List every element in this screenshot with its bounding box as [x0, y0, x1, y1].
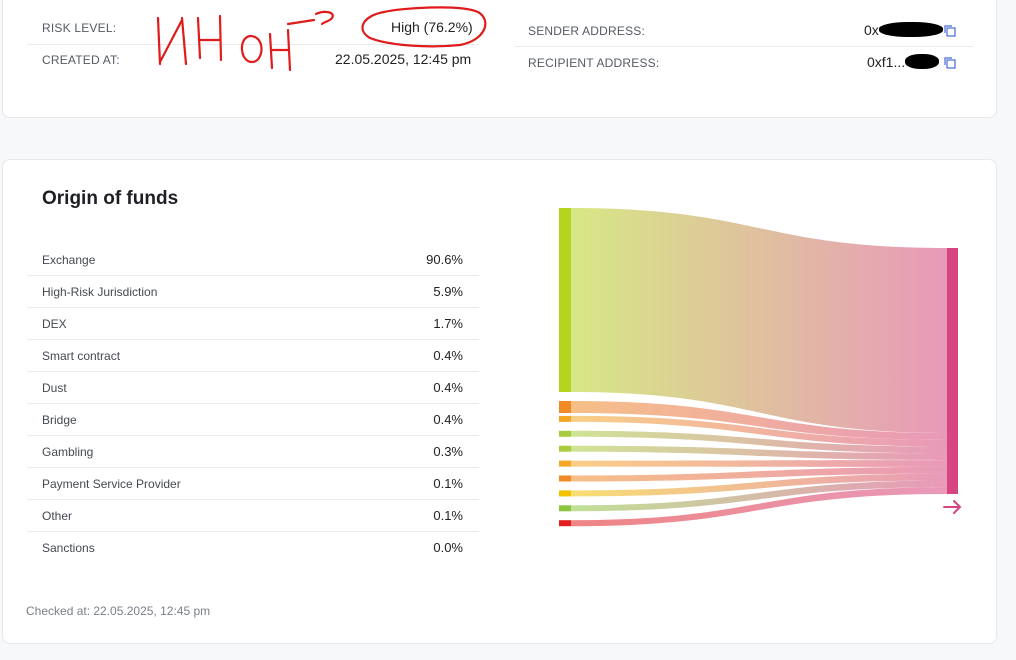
sankey-target-node	[947, 248, 958, 494]
recipient-address-redaction	[905, 54, 939, 69]
funds-percent: 90.6%	[426, 252, 463, 267]
funds-category: Dust	[42, 381, 67, 395]
funds-row: Bridge 0.4%	[27, 404, 479, 436]
funds-category: Smart contract	[42, 349, 121, 363]
funds-category: Gambling	[42, 445, 94, 459]
copy-sender-icon[interactable]	[944, 25, 956, 37]
sankey-source-node	[559, 430, 571, 437]
checked-at-text: Checked at: 22.05.2025, 12:45 pm	[26, 604, 211, 618]
funds-percent: 0.4%	[433, 412, 463, 427]
sankey-source-node	[559, 445, 571, 452]
funds-row: Gambling 0.3%	[27, 436, 479, 468]
sankey-link	[571, 460, 947, 467]
funds-row: Dust 0.4%	[27, 372, 479, 404]
summary-divider-right	[515, 46, 973, 47]
funds-category: DEX	[42, 317, 67, 331]
funds-row: DEX 1.7%	[27, 308, 479, 340]
sankey-source-node	[559, 490, 571, 497]
funds-percent: 0.0%	[433, 540, 463, 555]
sender-address-label: SENDER ADDRESS:	[528, 24, 646, 38]
funds-category: Bridge	[42, 413, 77, 427]
funds-row: Payment Service Provider 0.1%	[27, 468, 479, 500]
funds-row: High-Risk Jurisdiction 5.9%	[27, 276, 479, 308]
funds-percent: 0.4%	[433, 348, 463, 363]
transaction-summary-card: RISK LEVEL: High (76.2%) CREATED AT: 22.…	[2, 0, 997, 118]
funds-row: Sanctions 0.0%	[27, 532, 479, 564]
funds-percent: 1.7%	[433, 316, 463, 331]
arrow-right-icon	[943, 500, 962, 514]
funds-row: Smart contract 0.4%	[27, 340, 479, 372]
funds-category: Sanctions	[42, 541, 95, 555]
sankey-source-node	[559, 505, 571, 512]
sankey-link	[571, 208, 947, 433]
funds-percent: 0.3%	[433, 444, 463, 459]
sender-address-value: 0x	[864, 22, 879, 38]
origin-of-funds-card: Origin of funds Exchange 90.6% High-Risk J…	[2, 159, 997, 644]
funds-title: Origin of funds	[42, 188, 179, 209]
recipient-address-value: 0xf1...	[867, 54, 906, 70]
risk-level-value: High (76.2%)	[391, 19, 473, 35]
funds-table: Exchange 90.6% High-Risk Jurisdiction 5.9% D…	[27, 244, 479, 564]
recipient-address-label: RECIPIENT ADDRESS:	[528, 56, 660, 70]
summary-divider-left	[27, 44, 479, 45]
funds-percent: 5.9%	[433, 284, 463, 299]
sankey-source-node	[559, 520, 571, 527]
funds-category: Other	[42, 509, 73, 523]
sankey-source-node	[559, 475, 571, 482]
funds-percent: 0.1%	[433, 508, 463, 523]
funds-row: Exchange 90.6%	[27, 244, 479, 276]
funds-category: High-Risk Jurisdiction	[42, 285, 158, 299]
sankey-source-node	[559, 415, 571, 422]
funds-percent: 0.1%	[433, 476, 463, 491]
sankey-source-node	[559, 401, 571, 413]
sankey-source-node	[559, 460, 571, 467]
funds-category: Exchange	[42, 253, 96, 267]
funds-category: Payment Service Provider	[42, 477, 181, 491]
risk-level-label: RISK LEVEL:	[42, 21, 117, 35]
sankey-source-node	[559, 208, 571, 392]
copy-recipient-icon[interactable]	[944, 57, 956, 69]
created-at-value: 22.05.2025, 12:45 pm	[335, 51, 472, 67]
created-at-label: CREATED AT:	[42, 53, 120, 67]
sender-address-redaction	[879, 22, 943, 37]
funds-row: Other 0.1%	[27, 500, 479, 532]
funds-sankey-chart	[559, 208, 962, 527]
funds-percent: 0.4%	[433, 380, 463, 395]
